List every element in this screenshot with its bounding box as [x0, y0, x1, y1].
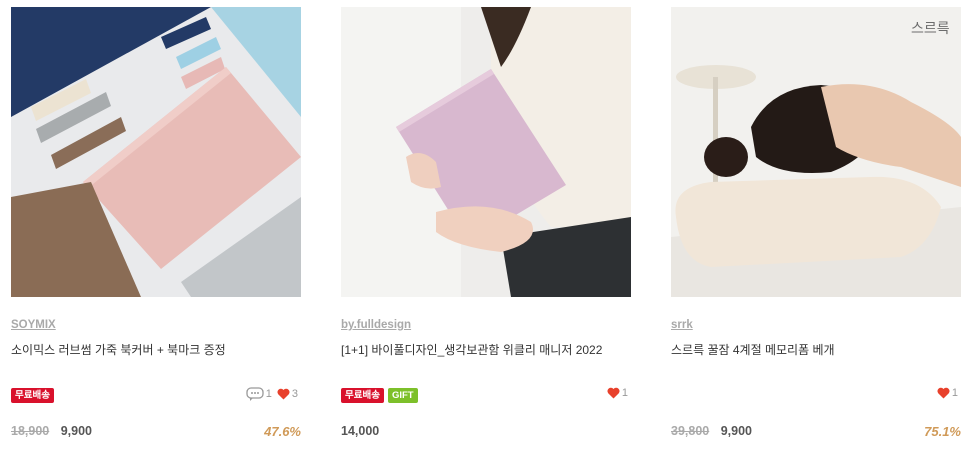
product-stats: 1 [937, 387, 961, 399]
price-row: 18,900 9,900 47.6% [11, 424, 301, 440]
heart-icon[interactable] [937, 387, 950, 399]
brand-link[interactable]: srrk [671, 318, 693, 332]
heart-icon[interactable] [277, 388, 290, 400]
free-shipping-badge: 무료배송 [341, 388, 384, 403]
discount-rate: 75.1% [924, 424, 961, 439]
heart-icon[interactable] [607, 387, 620, 399]
product-meta: 무료배송 1 3 [11, 387, 301, 403]
like-count: 1 [951, 387, 958, 399]
price-row: 14,000 [341, 424, 631, 440]
free-shipping-badge: 무료배송 [11, 388, 54, 403]
comment-count: 1 [265, 388, 272, 400]
original-price: 18,900 [11, 424, 50, 438]
original-price: 39,800 [671, 424, 710, 438]
comment-icon[interactable] [246, 387, 264, 401]
srrk-logo: 스르륵 [911, 21, 950, 37]
product-stats: 1 3 [246, 387, 301, 401]
product-image[interactable]: 스르륵 [671, 7, 961, 297]
product-title[interactable]: 스르륵 꿀잠 4계절 메모리폼 베개 [671, 342, 961, 358]
product-grid: SOYMIX 소이믹스 러브썸 가죽 북커버 + 북마크 증정 무료배송 1 3… [0, 0, 970, 463]
sale-price: 9,900 [720, 424, 752, 438]
badge-list: 무료배송 [11, 388, 54, 403]
sale-price: 14,000 [341, 424, 380, 438]
product-card[interactable]: SOYMIX 소이믹스 러브썸 가죽 북커버 + 북마크 증정 무료배송 1 3… [11, 7, 301, 439]
product-meta: 무료배송 GIFT 1 [341, 387, 631, 403]
gift-badge: GIFT [387, 388, 418, 403]
price-row: 39,800 9,900 75.1% [671, 424, 961, 440]
brand-link[interactable]: by.fulldesign [341, 318, 411, 332]
badge-list: 무료배송 GIFT [341, 388, 418, 403]
product-title[interactable]: [1+1] 바이풀디자인_생각보관함 위클리 매니저 2022 [341, 342, 631, 358]
product-image[interactable] [11, 7, 301, 297]
product-card[interactable]: 스르륵 srrk 스르륵 꿀잠 4계절 메모리폼 베개 1 39,800 9,9… [671, 7, 961, 439]
sale-price: 9,900 [60, 424, 92, 438]
product-title[interactable]: 소이믹스 러브썸 가죽 북커버 + 북마크 증정 [11, 342, 301, 358]
product-stats: 1 [607, 387, 631, 399]
discount-rate: 47.6% [264, 424, 301, 439]
product-meta: 1 [671, 387, 961, 403]
product-image[interactable] [341, 7, 631, 297]
product-card[interactable]: by.fulldesign [1+1] 바이풀디자인_생각보관함 위클리 매니저… [341, 7, 631, 438]
like-count: 1 [621, 387, 628, 399]
brand-link[interactable]: SOYMIX [11, 318, 56, 332]
like-count: 3 [291, 388, 298, 400]
